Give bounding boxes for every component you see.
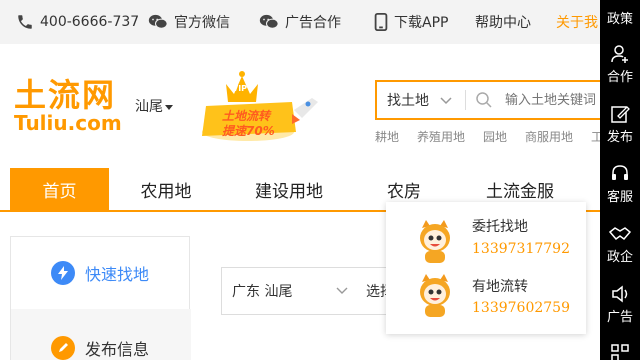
- left-panel: 快速找地 发布信息: [10, 236, 191, 360]
- sidebar-cooperation-label: 合作: [606, 70, 633, 85]
- city-name: 汕尾: [135, 99, 163, 115]
- handshake-icon: [609, 227, 631, 241]
- sidebar-item-cooperation[interactable]: 合作: [600, 44, 640, 85]
- chevron-down-icon: [440, 97, 452, 105]
- wechat-icon: [148, 14, 168, 29]
- about-link[interactable]: 关于我: [556, 0, 598, 44]
- right-sidebar: 政策 合作 发布 客服 政企 广告: [600, 0, 640, 360]
- city-switcher[interactable]: 汕尾: [135, 96, 173, 116]
- hot-link-2[interactable]: 养殖用地: [417, 128, 465, 145]
- entrust-phone: 13397317792: [472, 241, 570, 257]
- quick-find-label: 快速找地: [85, 265, 150, 284]
- top-bar: 400-6666-737 官方微信 广告合作 下载APP 帮助中心 关于我: [0, 0, 640, 44]
- help-label: 帮助中心: [475, 15, 531, 31]
- search-type-label: 找土地: [387, 93, 429, 109]
- headset-icon: [612, 165, 628, 180]
- chat-icon: [259, 14, 279, 29]
- farmhouse-dropdown: 委托找地 13397317792 有地流转 13397602759: [386, 202, 586, 334]
- entrust-title: 委托找地: [472, 219, 528, 235]
- sidebar-item-publish[interactable]: 发布: [600, 104, 640, 145]
- hot-link-1[interactable]: 耕地: [375, 128, 399, 145]
- search-type-select[interactable]: 找土地: [387, 82, 453, 118]
- help-center-link[interactable]: 帮助中心: [475, 0, 531, 44]
- edit-icon: [51, 336, 75, 360]
- ad-cooperation-link[interactable]: 广告合作: [259, 0, 341, 44]
- download-app-link[interactable]: 下载APP: [374, 0, 448, 44]
- region-select[interactable]: 广东 汕尾: [221, 267, 357, 315]
- edit-icon: [611, 106, 630, 123]
- sidebar-policy-label: 政策: [606, 12, 633, 27]
- nav-home[interactable]: 首页: [10, 168, 109, 210]
- sidebar-government-label: 政企: [606, 250, 633, 265]
- qrcode-icon: [611, 344, 629, 360]
- user-add-icon: [611, 45, 628, 63]
- hotline[interactable]: 400-6666-737: [16, 0, 139, 44]
- region-select-value: 广东 汕尾: [232, 284, 293, 300]
- sidebar-item-ads[interactable]: 广告: [600, 284, 640, 325]
- mobile-icon: [374, 13, 388, 31]
- dropdown-item-transfer[interactable]: 有地流转 13397602759: [386, 266, 586, 326]
- chevron-down-icon: [336, 287, 348, 294]
- transfer-phone: 13397602759: [472, 300, 570, 316]
- sidebar-item-service[interactable]: 客服: [600, 164, 640, 205]
- speaker-icon: [612, 285, 628, 303]
- promo-badge: VIP: [232, 84, 248, 93]
- official-wechat-link[interactable]: 官方微信: [148, 0, 230, 44]
- hot-link-4[interactable]: 商服用地: [525, 128, 573, 145]
- sidebar-publish-label: 发布: [606, 130, 633, 145]
- sidebar-item-government[interactable]: 政企: [600, 224, 640, 265]
- download-label: 下载APP: [394, 15, 449, 31]
- mascot-icon: [420, 220, 450, 263]
- sidebar-item-policy[interactable]: 政策: [600, 8, 640, 27]
- sidebar-ads-label: 广告: [606, 310, 633, 325]
- caret-down-icon: [165, 104, 173, 110]
- quick-find-link[interactable]: 快速找地: [51, 261, 149, 285]
- sidebar-service-label: 客服: [606, 190, 633, 205]
- dropdown-item-entrust[interactable]: 委托找地 13397317792: [386, 210, 586, 270]
- phone-icon: [18, 15, 32, 29]
- publish-info-link[interactable]: 发布信息: [51, 336, 149, 360]
- promo-line-2: 提速70%: [222, 124, 275, 138]
- hot-link-3[interactable]: 园地: [483, 128, 507, 145]
- sidebar-item-qrcode[interactable]: [600, 344, 640, 360]
- lightning-icon: [51, 261, 75, 285]
- nav-farmland[interactable]: 农用地: [126, 168, 206, 210]
- search-input[interactable]: [505, 82, 615, 118]
- nav-construction-land[interactable]: 建设用地: [244, 168, 334, 210]
- logo-chinese[interactable]: 土流网: [14, 78, 116, 112]
- publish-info-label: 发布信息: [85, 340, 150, 359]
- ads-label: 广告合作: [285, 15, 341, 31]
- logo-english[interactable]: Tuliu.com: [14, 112, 122, 134]
- mascot-icon: [420, 274, 450, 317]
- search-bar: 找土地: [375, 80, 615, 120]
- hotline-number: 400-6666-737: [40, 14, 140, 30]
- search-icon[interactable]: [475, 91, 493, 109]
- about-label: 关于我: [556, 15, 598, 31]
- search-divider: [465, 90, 466, 110]
- transfer-title: 有地流转: [472, 279, 528, 295]
- wechat-label: 官方微信: [174, 15, 230, 31]
